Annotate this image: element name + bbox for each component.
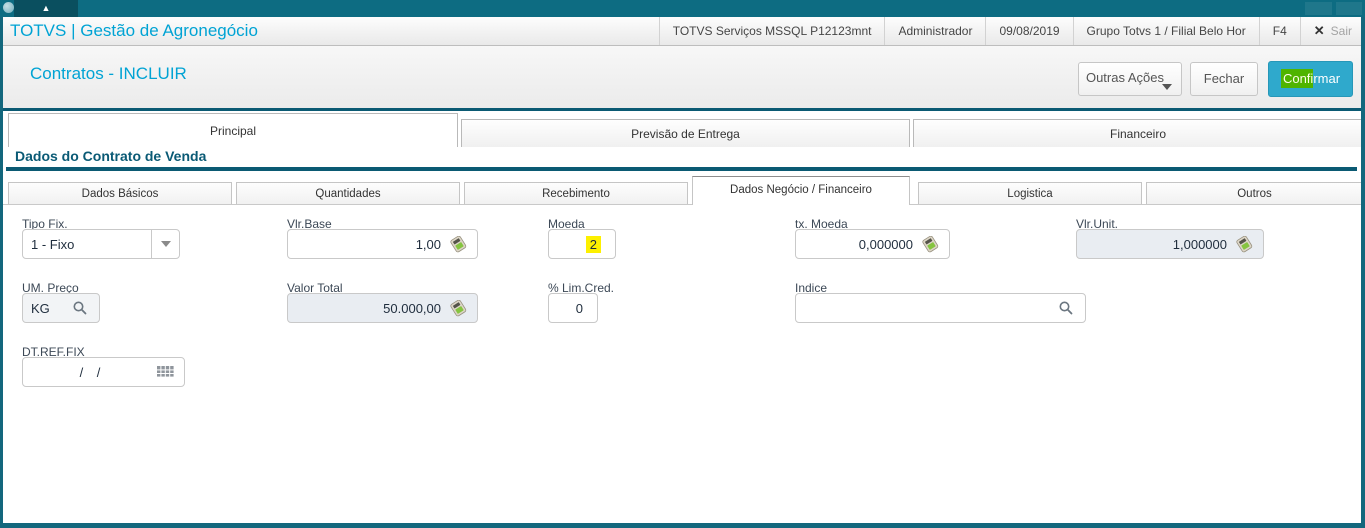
lim-cred-field[interactable]: 0 xyxy=(548,293,598,323)
tab-financeiro[interactable]: Financeiro xyxy=(913,119,1363,147)
subtab-logistica[interactable]: Logistica xyxy=(918,182,1142,204)
app-title: TOTVS | Gestão de Agronegócio xyxy=(10,21,258,40)
browser-favicon-icon xyxy=(3,2,14,13)
chevron-down-icon xyxy=(1162,84,1172,90)
valor-total-field: 50.000,00 xyxy=(287,293,478,323)
app-titlebar: TOTVS | Gestão de Agronegócio TOTVS Serv… xyxy=(0,17,1365,46)
exit-label: Sair xyxy=(1330,24,1352,38)
f4-shortcut[interactable]: F4 xyxy=(1258,17,1300,45)
tx-moeda-field[interactable]: 0,000000 xyxy=(795,229,950,259)
moeda-field[interactable]: 2 xyxy=(548,229,616,259)
calendar-icon[interactable] xyxy=(154,365,176,380)
chevron-down-icon[interactable] xyxy=(151,230,179,258)
window-control[interactable] xyxy=(1336,2,1362,15)
titlebar-status-area: TOTVS Serviços MSSQL P12123mnt Administr… xyxy=(658,17,1365,45)
frame-edge-left xyxy=(0,17,3,528)
other-actions-button[interactable]: Outras Ações xyxy=(1078,62,1182,96)
confirm-button[interactable]: Confirmar xyxy=(1268,61,1353,97)
current-date: 09/08/2019 xyxy=(985,17,1072,45)
vlr-unit-field: 1,000000 xyxy=(1076,229,1264,259)
um-preco-field[interactable]: KG xyxy=(22,293,100,323)
frame-edge-right xyxy=(1361,17,1365,528)
subtab-recebimento[interactable]: Recebimento xyxy=(464,182,688,204)
subtab-outros[interactable]: Outros xyxy=(1146,182,1363,204)
tab-previsao-de-entrega[interactable]: Previsão de Entrega xyxy=(461,119,910,147)
header-divider xyxy=(0,108,1365,111)
section-title: Dados do Contrato de Venda xyxy=(15,148,207,164)
tipo-fix-select[interactable]: 1 - Fixo xyxy=(22,229,180,259)
indice-field[interactable] xyxy=(795,293,1086,323)
calculator-icon[interactable] xyxy=(919,235,941,253)
dt-ref-fix-field[interactable]: / / xyxy=(22,357,185,387)
window-control[interactable] xyxy=(1305,2,1332,15)
calculator-icon[interactable] xyxy=(447,235,469,253)
app-window: ▲ TOTVS | Gestão de Agronegócio TOTVS Se… xyxy=(0,0,1365,528)
close-button[interactable]: Fechar xyxy=(1190,62,1258,96)
browser-top-strip: ▲ xyxy=(0,0,1365,17)
form-panel: Tipo Fix. 1 - Fixo Vlr.Base 1,00 Moeda 2… xyxy=(3,204,1361,523)
page-header: Contratos - INCLUIR Outras Ações Fechar … xyxy=(0,46,1365,108)
search-highlight: Confi xyxy=(1280,69,1314,88)
user-name: Administrador xyxy=(884,17,985,45)
frame-edge-bottom xyxy=(0,523,1365,528)
subtab-quantidades[interactable]: Quantidades xyxy=(236,182,460,204)
subtab-dados-negocio-financeiro[interactable]: Dados Negócio / Financeiro xyxy=(692,176,910,205)
subtab-dados-basicos[interactable]: Dados Básicos xyxy=(8,182,232,204)
calculator-icon[interactable] xyxy=(1233,235,1255,253)
search-icon[interactable] xyxy=(69,300,91,316)
company-branch[interactable]: Grupo Totvs 1 / Filial Belo Hor xyxy=(1072,17,1259,45)
close-icon: ✕ xyxy=(1313,23,1325,38)
browser-tab[interactable]: ▲ xyxy=(14,0,78,17)
tab-principal[interactable]: Principal xyxy=(8,113,458,147)
environment-info: TOTVS Serviços MSSQL P12123mnt xyxy=(658,17,885,45)
calculator-icon[interactable] xyxy=(447,299,469,317)
tab-arrow-icon: ▲ xyxy=(41,3,51,13)
search-icon[interactable] xyxy=(1055,300,1077,316)
page-title: Contratos - INCLUIR xyxy=(30,64,187,83)
exit-button[interactable]: ✕ Sair xyxy=(1299,17,1365,45)
section-underline xyxy=(6,167,1357,171)
vlr-base-field[interactable]: 1,00 xyxy=(287,229,478,259)
search-highlight: 2 xyxy=(585,235,601,253)
